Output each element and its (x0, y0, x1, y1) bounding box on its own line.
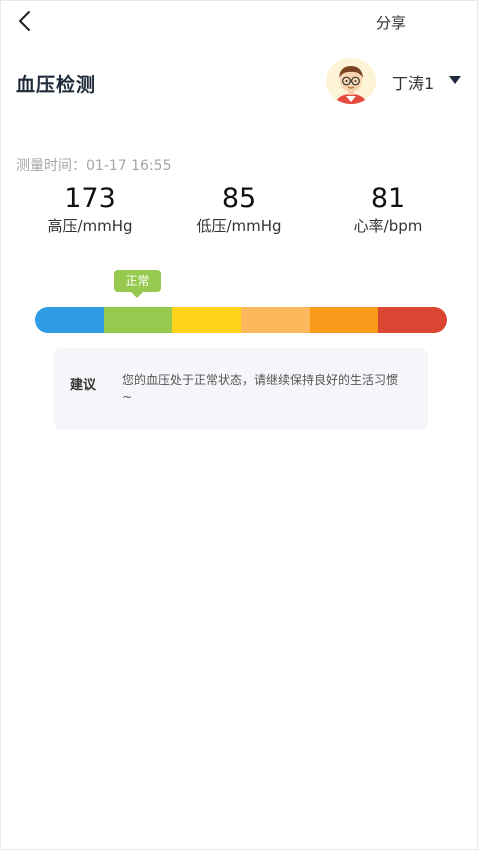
user-switcher[interactable]: 丁涛1 (326, 58, 472, 104)
heart-rate-label: 心率/bpm (353, 217, 423, 235)
scale-segment-high-normal (172, 307, 242, 333)
advice-card: 建议 您的血压处于正常状态，请继续保持良好的生活习惯~ (54, 348, 428, 430)
systolic-reading: 173 高压/mmHg (20, 182, 160, 236)
scale-segment-normal (103, 307, 173, 333)
caret-down-icon (449, 76, 461, 84)
heart-rate-value: 81 (370, 183, 406, 214)
advice-text: 您的血压处于正常状态，请继续保持良好的生活习惯~ (122, 373, 399, 404)
scale-segment-severe (378, 307, 447, 333)
share-button[interactable]: 分享 (366, 11, 416, 35)
nav-bar: 分享 (0, 0, 478, 48)
avatar (326, 58, 376, 104)
diastolic-label: 低压/mmHg (196, 217, 282, 235)
scale-segment-mild (241, 307, 310, 333)
measure-time: 测量时间：01-17 16:55 (16, 158, 172, 174)
systolic-value: 173 (64, 183, 116, 214)
scale-segment-moderate (309, 307, 379, 333)
status-tag: 正常 (114, 270, 161, 292)
blood-pressure-scale-bar (35, 307, 447, 333)
avatar-icon (336, 66, 366, 104)
diastolic-value: 85 (221, 183, 257, 214)
diastolic-reading: 85 低压/mmHg (169, 182, 309, 236)
page-title: 血压检测 (16, 74, 97, 96)
advice-label: 建议 (70, 378, 97, 393)
heart-rate-reading: 81 心率/bpm (318, 182, 458, 236)
systolic-label: 高压/mmHg (47, 217, 133, 235)
scale-segment-low (35, 307, 104, 333)
status-tag-pointer (130, 291, 144, 298)
user-name: 丁涛1 (392, 74, 435, 93)
back-icon[interactable] (12, 8, 40, 36)
